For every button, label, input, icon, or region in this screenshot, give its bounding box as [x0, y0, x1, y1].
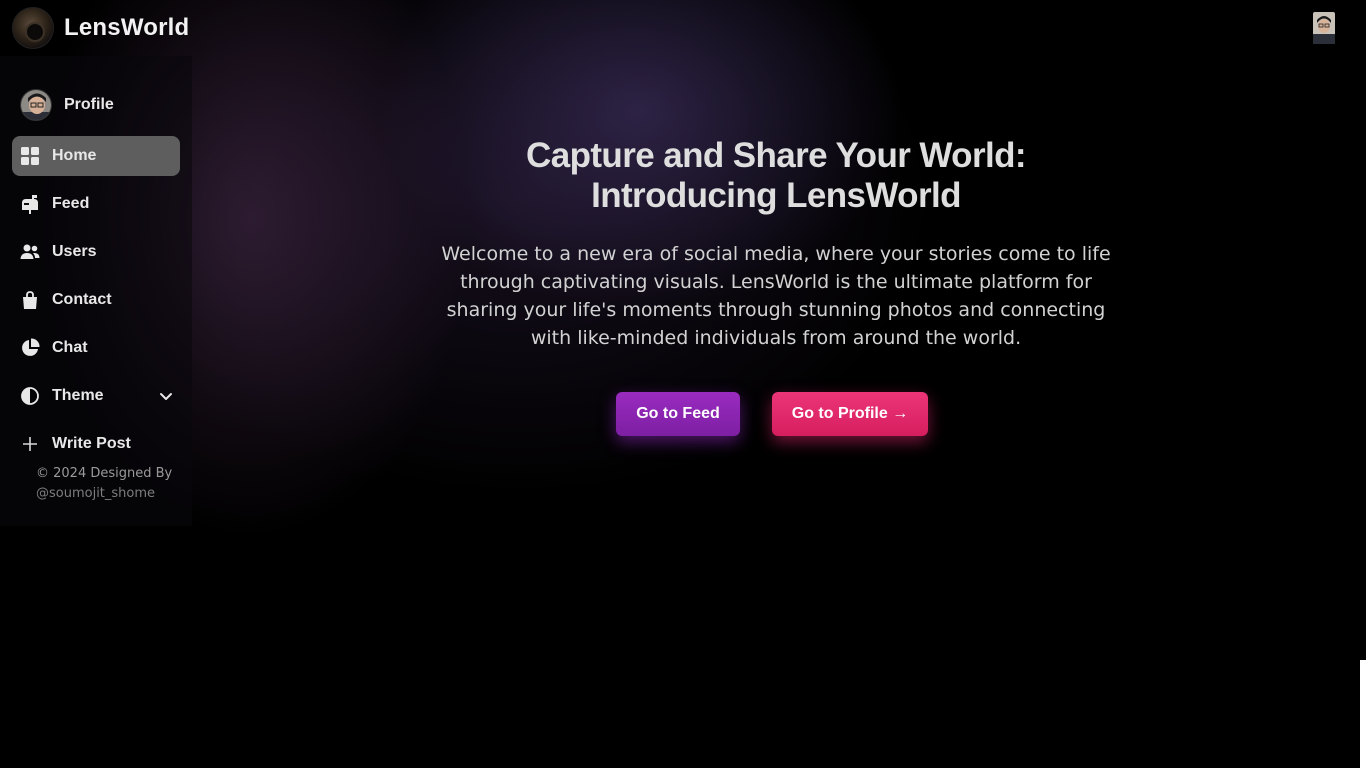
- hero-title-line2: Introducing LensWorld: [591, 176, 961, 215]
- chevron-down-icon[interactable]: [158, 388, 174, 404]
- sidebar-item-write-post[interactable]: Write Post: [12, 424, 180, 464]
- go-to-profile-button[interactable]: Go to Profile →: [772, 392, 928, 436]
- mailbox-icon: [20, 194, 40, 214]
- users-icon: [20, 242, 40, 262]
- scrollbar-track[interactable]: [1360, 660, 1366, 768]
- avatar-image: [1313, 12, 1335, 44]
- sidebar-item-theme[interactable]: Theme: [12, 376, 180, 416]
- page: LensWorld Profile Home Feed Users Contac…: [0, 0, 1366, 768]
- sidebar-profile-label: Profile: [64, 96, 114, 113]
- brand[interactable]: LensWorld: [12, 7, 189, 49]
- sidebar-item-feed[interactable]: Feed: [12, 184, 180, 224]
- contrast-icon: [20, 386, 40, 406]
- footer-handle-link[interactable]: @soumojit_shome: [36, 486, 155, 501]
- sidebar-item-label: Contact: [52, 291, 112, 308]
- sidebar-item-label: Write Post: [52, 435, 131, 452]
- pie-chart-icon: [20, 338, 40, 358]
- sidebar-item-label: Home: [52, 147, 97, 164]
- sidebar-profile-link[interactable]: Profile: [20, 88, 114, 122]
- plus-icon: [20, 434, 40, 454]
- sidebar-item-home[interactable]: Home: [12, 136, 180, 176]
- sidebar-item-label: Chat: [52, 339, 88, 356]
- profile-avatar: [20, 89, 52, 121]
- sidebar-item-label: Users: [52, 243, 97, 260]
- sidebar-item-chat[interactable]: Chat: [12, 328, 180, 368]
- sidebar-item-label: Feed: [52, 195, 90, 212]
- bag-icon: [20, 290, 40, 310]
- go-to-feed-button[interactable]: Go to Feed: [616, 392, 740, 436]
- sidebar: Profile Home Feed Users Contact Chat The…: [0, 56, 192, 526]
- hero-title-line1: Capture and Share Your World:: [526, 136, 1027, 175]
- sidebar-item-contact[interactable]: Contact: [12, 280, 180, 320]
- footer-copyright: © 2024 Designed By: [36, 466, 173, 481]
- brand-logo: [12, 7, 54, 49]
- grid-icon: [20, 146, 40, 166]
- sidebar-item-label: Theme: [52, 387, 104, 404]
- hero-description: Welcome to a new era of social media, wh…: [441, 243, 1111, 349]
- sidebar-item-users[interactable]: Users: [12, 232, 180, 272]
- user-avatar[interactable]: [1313, 12, 1335, 44]
- sidebar-footer: © 2024 Designed By @soumojit_shome: [36, 464, 186, 504]
- hero-title: Capture and Share Your World: Introducin…: [396, 136, 1156, 216]
- brand-name: LensWorld: [64, 14, 190, 41]
